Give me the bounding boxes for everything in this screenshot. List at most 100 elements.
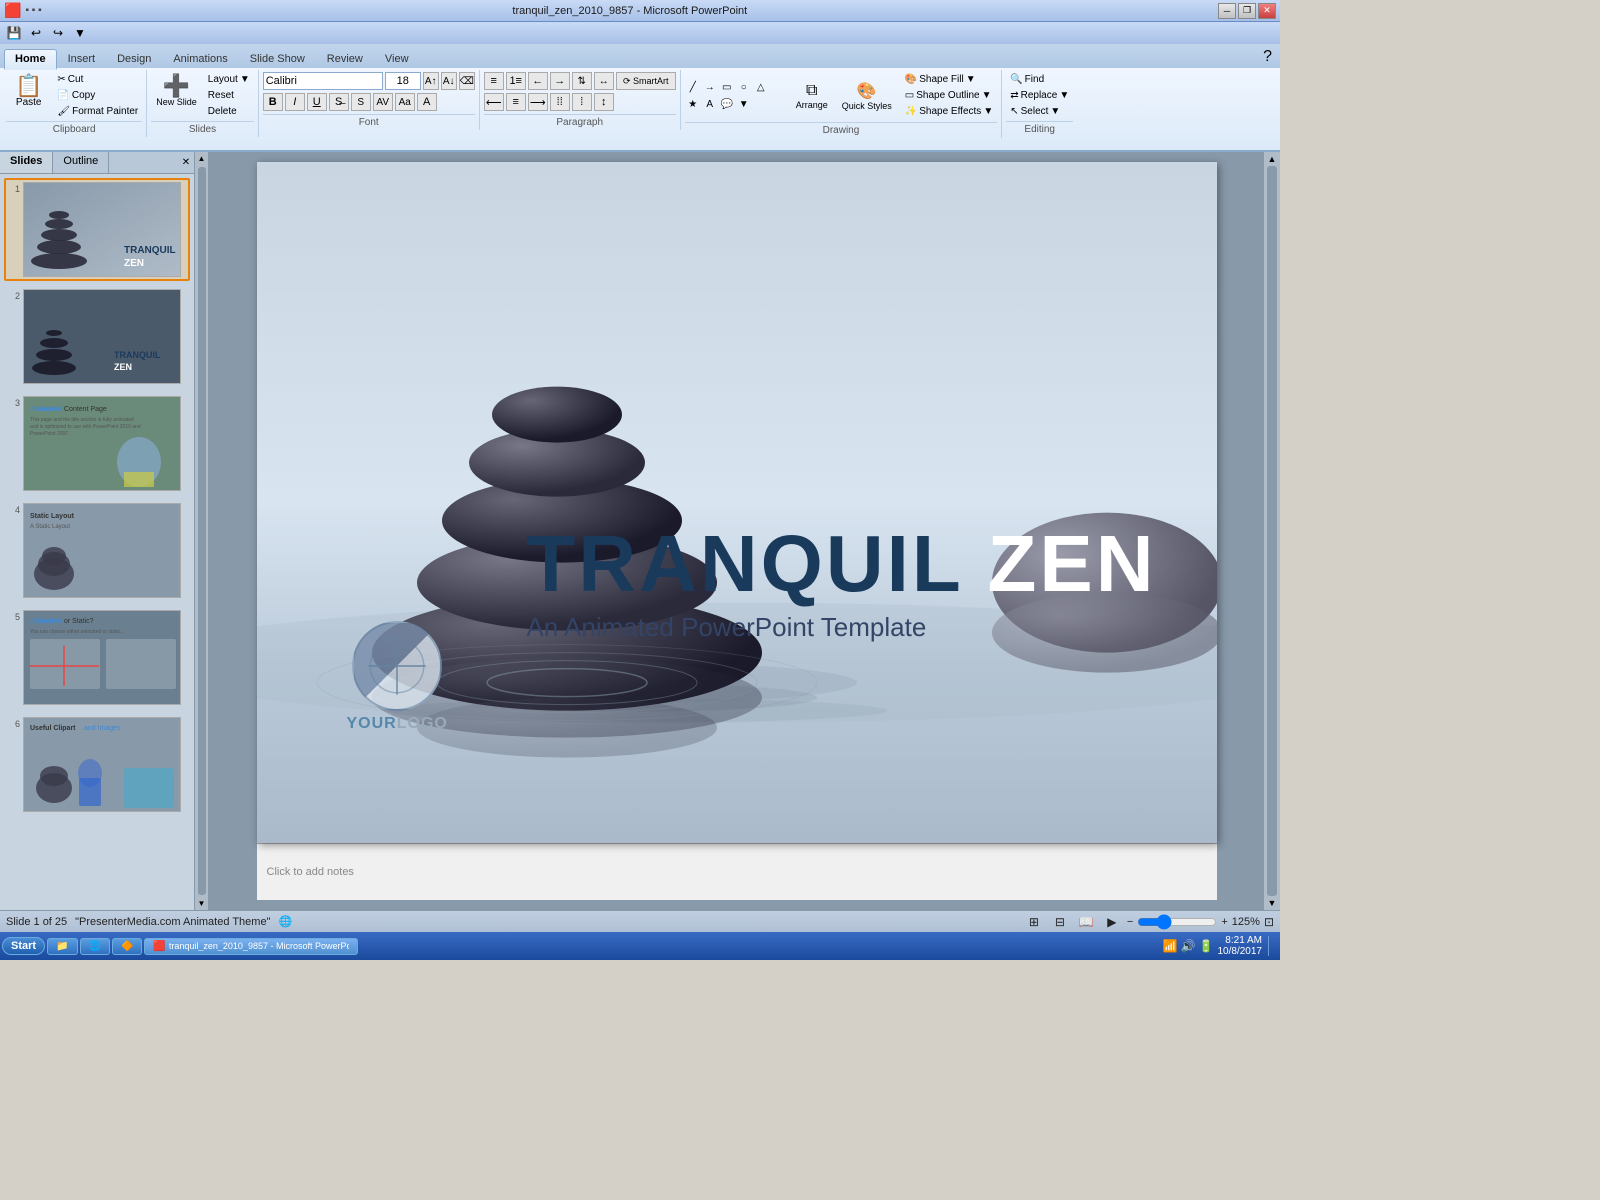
- reading-view-button[interactable]: 📖: [1075, 913, 1097, 931]
- slide-panel-scrollbar[interactable]: ▲ ▼: [195, 152, 209, 910]
- layout-button[interactable]: Layout ▼: [204, 72, 254, 87]
- shape-effects-button[interactable]: ✨ Shape Effects▼: [901, 104, 997, 119]
- shape-outline-button[interactable]: ▭ Shape Outline▼: [901, 88, 997, 103]
- slide-sorter-button[interactable]: ⊟: [1049, 913, 1071, 931]
- rect-shape[interactable]: ▭: [719, 79, 735, 95]
- replace-button[interactable]: ⇄ Replace▼: [1006, 88, 1073, 103]
- slide-title[interactable]: TRANQUIL ZEN An Animated PowerPoint Temp…: [526, 524, 1156, 643]
- main-scroll-up[interactable]: ▲: [1268, 154, 1277, 164]
- tab-home[interactable]: Home: [4, 49, 57, 70]
- font-color-button[interactable]: A: [417, 93, 437, 111]
- tab-animations[interactable]: Animations: [162, 49, 238, 68]
- shape-fill-button[interactable]: 🎨 Shape Fill▼: [901, 72, 997, 87]
- font-size-input[interactable]: [385, 72, 421, 90]
- scroll-up-button[interactable]: ▲: [198, 154, 206, 163]
- scroll-down-button[interactable]: ▼: [198, 899, 206, 908]
- qat-more-button[interactable]: ▼: [70, 24, 90, 42]
- paste-button[interactable]: 📋 Paste: [6, 72, 51, 111]
- main-scroll-down[interactable]: ▼: [1268, 898, 1277, 908]
- minimize-button[interactable]: ─: [1218, 3, 1236, 19]
- shadow-button[interactable]: S: [351, 93, 371, 111]
- decrease-indent-button[interactable]: ←: [528, 72, 548, 90]
- strikethrough-button[interactable]: S̶: [329, 93, 349, 111]
- fit-slide-button[interactable]: ⊡: [1264, 915, 1274, 929]
- close-panel-button[interactable]: ✕: [178, 152, 194, 173]
- convert-smartart-button[interactable]: ⟳ SmartArt: [616, 72, 676, 90]
- slide-thumb-4[interactable]: 4 Static Layout A Static Layout: [4, 499, 190, 602]
- current-slide[interactable]: YOURLOGO TRANQUIL ZEN An Animated PowerP…: [257, 162, 1217, 843]
- delete-button[interactable]: Delete: [204, 104, 254, 119]
- bullets-button[interactable]: ≡: [484, 72, 504, 90]
- zoom-in-button[interactable]: +: [1221, 916, 1227, 928]
- help-button[interactable]: ?: [1259, 46, 1276, 68]
- reset-button[interactable]: Reset: [204, 88, 254, 103]
- oval-shape[interactable]: ○: [736, 79, 752, 95]
- taskbar-powerpoint[interactable]: 🟥 tranquil_zen_2010_9857 - Microsoft Pow…: [144, 938, 357, 955]
- tab-design[interactable]: Design: [106, 49, 162, 68]
- slide-thumb-5[interactable]: 5 Animated or Static? You can choose eit…: [4, 606, 190, 709]
- justify-button[interactable]: ⁞⁞: [550, 93, 570, 111]
- restore-button[interactable]: ❐: [1238, 3, 1256, 19]
- tab-view[interactable]: View: [374, 49, 420, 68]
- start-button[interactable]: Start: [2, 937, 45, 955]
- arrange-button[interactable]: ⧉ Arrange: [791, 79, 833, 113]
- show-desktop-button[interactable]: [1268, 936, 1274, 956]
- clock[interactable]: 8:21 AM 10/8/2017: [1218, 935, 1263, 957]
- line-spacing-button[interactable]: ↕: [594, 93, 614, 111]
- numbering-button[interactable]: 1≡: [506, 72, 526, 90]
- arrow-shape[interactable]: →: [702, 79, 718, 95]
- columns-button[interactable]: ⁞: [572, 93, 592, 111]
- star-shape[interactable]: ★: [685, 96, 701, 112]
- taskbar-chrome[interactable]: 🌐: [80, 938, 110, 955]
- format-painter-button[interactable]: 🖌 Format Painter: [53, 104, 142, 119]
- taskbar-explorer[interactable]: 📁: [47, 938, 77, 955]
- quick-styles-button[interactable]: 🎨 Quick Styles: [837, 78, 897, 114]
- tab-slideshow[interactable]: Slide Show: [239, 49, 316, 68]
- align-right-button[interactable]: ⟶: [528, 93, 548, 111]
- slideshow-button[interactable]: ▶: [1101, 913, 1123, 931]
- decrease-font-button[interactable]: A↓: [441, 72, 457, 90]
- undo-qat-button[interactable]: ↩: [26, 24, 46, 42]
- tab-review[interactable]: Review: [316, 49, 374, 68]
- callout-shape[interactable]: 💬: [719, 96, 735, 112]
- line-shape[interactable]: ╱: [685, 79, 701, 95]
- char-spacing-button[interactable]: AV: [373, 93, 393, 111]
- find-button[interactable]: 🔍 Find: [1006, 72, 1073, 87]
- underline-button[interactable]: U: [307, 93, 327, 111]
- logo-area[interactable]: YOURLOGO: [347, 621, 448, 733]
- taskbar-vlc[interactable]: 🔶: [112, 938, 142, 955]
- copy-button[interactable]: 📄 Copy: [53, 88, 142, 103]
- increase-font-button[interactable]: A↑: [423, 72, 439, 90]
- slide-thumb-3[interactable]: 3 Animated Content Page This page and th…: [4, 392, 190, 495]
- change-case-button[interactable]: Aa: [395, 93, 415, 111]
- font-name-input[interactable]: [263, 72, 383, 90]
- close-button[interactable]: ✕: [1258, 3, 1276, 19]
- panel-tab-outline[interactable]: Outline: [53, 152, 109, 173]
- cut-button[interactable]: ✂ Cut: [53, 72, 142, 87]
- save-qat-button[interactable]: 💾: [4, 24, 24, 42]
- slide-thumb-6[interactable]: 6 Useful Clipart and Images: [4, 713, 190, 816]
- main-scrollbar[interactable]: ▲ ▼: [1264, 152, 1280, 910]
- zoom-out-button[interactable]: −: [1127, 916, 1133, 928]
- normal-view-button[interactable]: ⊞: [1023, 913, 1045, 931]
- tri-shape[interactable]: △: [753, 79, 769, 95]
- tab-insert[interactable]: Insert: [57, 49, 107, 68]
- more-shapes-btn[interactable]: ▼: [736, 96, 752, 112]
- new-slide-button[interactable]: ➕ New Slide: [151, 72, 202, 110]
- slide-thumb-1[interactable]: 1: [4, 178, 190, 281]
- italic-button[interactable]: I: [285, 93, 305, 111]
- slide-thumb-2[interactable]: 2 TRANQUIL ZEN: [4, 285, 190, 388]
- align-text-button[interactable]: ↔: [594, 72, 614, 90]
- increase-indent-button[interactable]: →: [550, 72, 570, 90]
- align-center-button[interactable]: ≡: [506, 93, 526, 111]
- redo-qat-button[interactable]: ↪: [48, 24, 68, 42]
- text-box-shape[interactable]: A: [702, 96, 718, 112]
- bold-button[interactable]: B: [263, 93, 283, 111]
- text-direction-button[interactable]: ⇅: [572, 72, 592, 90]
- notes-placeholder[interactable]: Click to add notes: [267, 866, 354, 878]
- select-button[interactable]: ↖ Select▼: [1006, 104, 1073, 119]
- panel-tab-slides[interactable]: Slides: [0, 152, 53, 173]
- clear-format-button[interactable]: ⌫: [459, 72, 475, 90]
- align-left-button[interactable]: ⟵: [484, 93, 504, 111]
- zoom-slider[interactable]: [1137, 915, 1217, 929]
